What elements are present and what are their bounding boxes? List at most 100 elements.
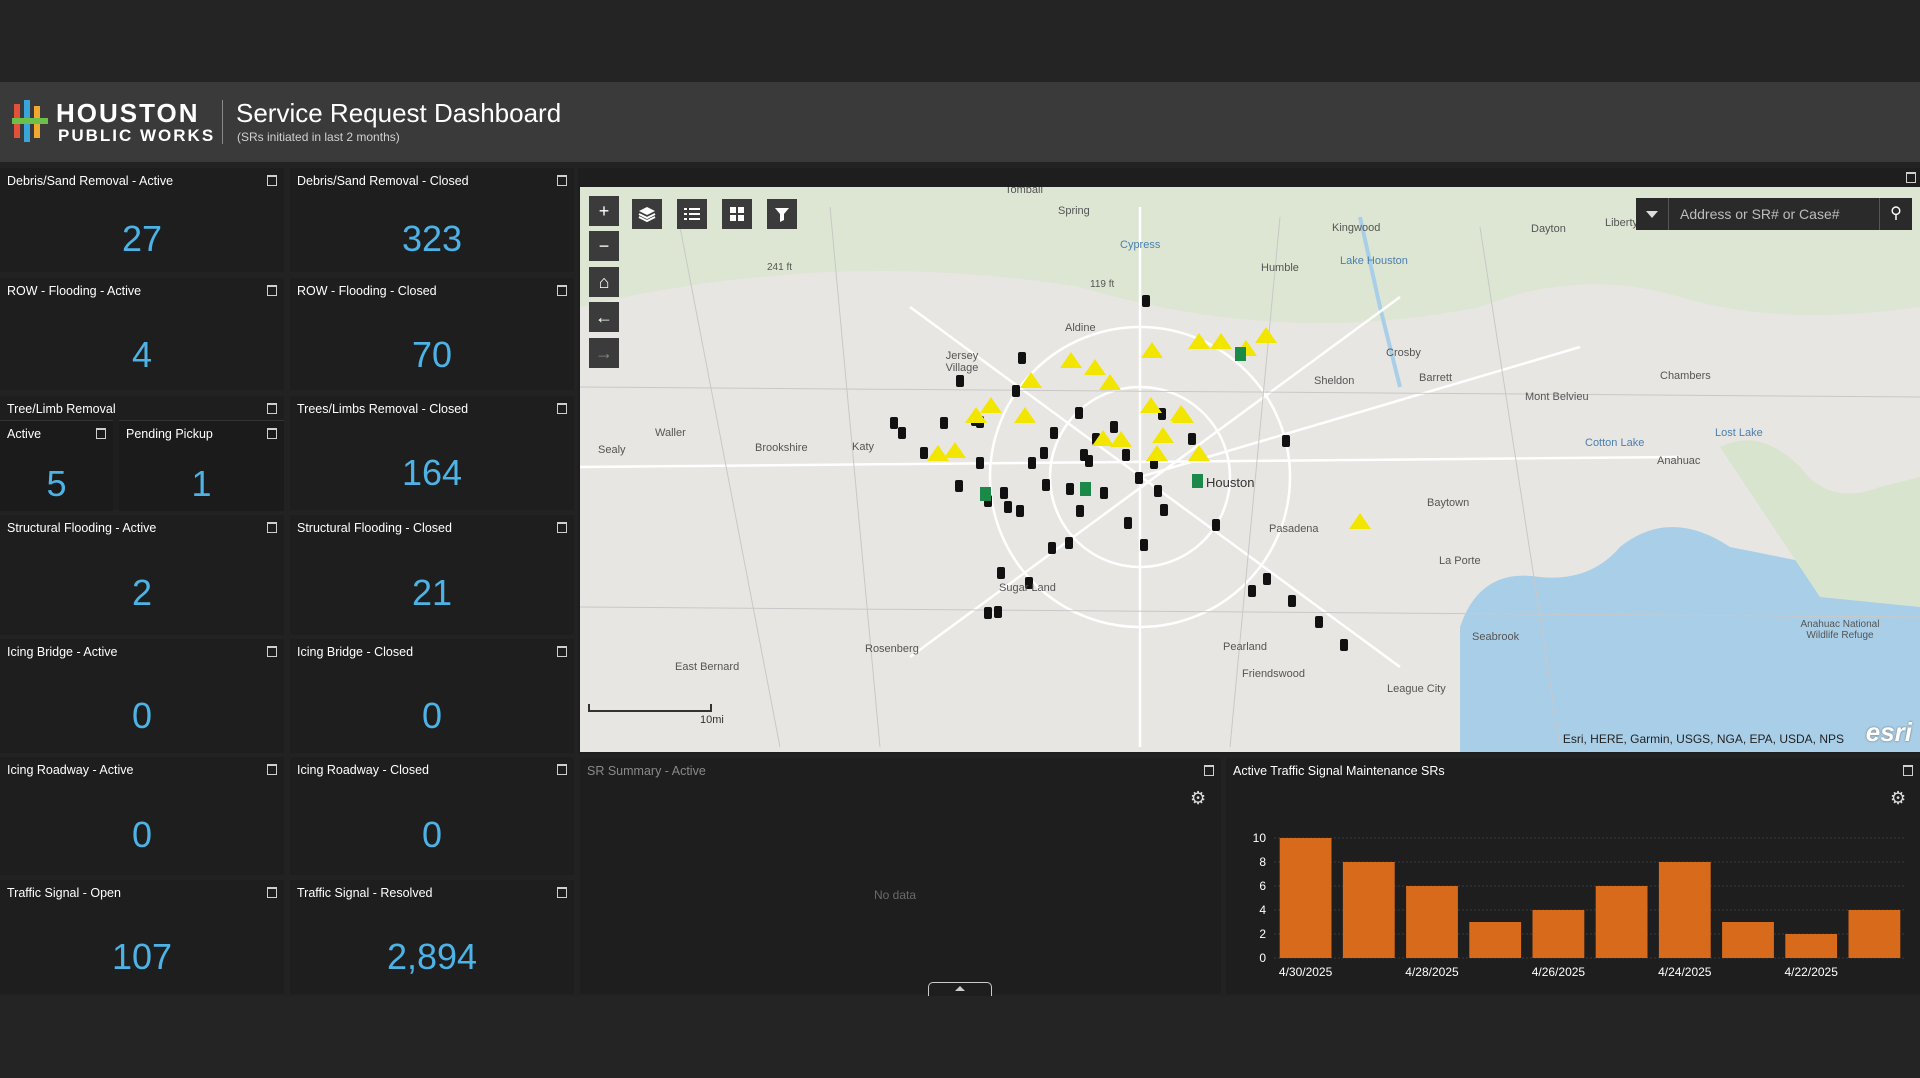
traffic-signal-marker-icon[interactable] [1050,427,1058,439]
warning-marker-icon[interactable] [965,407,987,423]
traffic-signal-marker-icon[interactable] [1040,447,1048,459]
expand-icon[interactable] [267,764,277,775]
warning-marker-icon[interactable] [1255,327,1277,343]
traffic-signal-marker-icon[interactable] [955,480,963,492]
expand-icon[interactable] [267,403,277,414]
warning-marker-icon[interactable] [1020,372,1042,388]
expand-icon[interactable] [267,887,277,898]
expand-icon[interactable] [557,285,567,296]
traffic-signal-marker-icon[interactable] [1012,385,1020,397]
warning-marker-icon[interactable] [1084,359,1106,375]
traffic-signal-marker-icon[interactable] [1160,504,1168,516]
chart-bar[interactable] [1532,910,1585,958]
facility-marker-icon[interactable] [1080,482,1091,496]
home-button[interactable]: ⌂ [589,267,619,297]
traffic-signal-marker-icon[interactable] [1000,487,1008,499]
expand-icon[interactable] [557,764,567,775]
expand-icon[interactable] [557,522,567,533]
warning-marker-icon[interactable] [1146,445,1168,461]
gear-icon[interactable]: ⚙ [1190,788,1206,809]
traffic-signal-marker-icon[interactable] [1140,539,1148,551]
chart-bar[interactable] [1406,886,1458,958]
warning-marker-icon[interactable] [1188,333,1210,349]
expand-icon[interactable] [267,646,277,657]
traffic-signal-marker-icon[interactable] [1212,519,1220,531]
expand-icon[interactable] [557,403,567,414]
search-input[interactable] [1670,198,1874,230]
traffic-signal-marker-icon[interactable] [1042,479,1050,491]
warning-marker-icon[interactable] [1188,445,1210,461]
traffic-signal-marker-icon[interactable] [1142,295,1150,307]
warning-marker-icon[interactable] [1099,374,1121,390]
facility-marker-icon[interactable] [980,487,991,501]
traffic-signal-marker-icon[interactable] [984,607,992,619]
traffic-signal-marker-icon[interactable] [1282,435,1290,447]
warning-marker-icon[interactable] [927,445,949,461]
traffic-signal-marker-icon[interactable] [1085,455,1093,467]
traffic-signal-marker-icon[interactable] [1315,616,1323,628]
traffic-signal-marker-icon[interactable] [1076,505,1084,517]
expand-icon[interactable] [557,887,567,898]
facility-marker-icon[interactable] [1192,474,1203,488]
traffic-signal-marker-icon[interactable] [1028,457,1036,469]
warning-marker-icon[interactable] [1141,342,1163,358]
traffic-signal-marker-icon[interactable] [890,417,898,429]
chart-bar[interactable] [1848,910,1901,958]
traffic-signal-marker-icon[interactable] [1188,433,1196,445]
expand-icon[interactable] [1906,172,1916,183]
expand-icon[interactable] [96,428,106,439]
traffic-signal-marker-icon[interactable] [976,457,984,469]
traffic-signal-marker-icon[interactable] [1066,483,1074,495]
traffic-signal-marker-icon[interactable] [1004,501,1012,513]
expand-icon[interactable] [267,175,277,186]
traffic-signal-marker-icon[interactable] [1122,449,1130,461]
warning-marker-icon[interactable] [1349,513,1371,529]
traffic-signal-marker-icon[interactable] [1340,639,1348,651]
basemap-gallery-button[interactable] [722,199,752,229]
traffic-signal-marker-icon[interactable] [1065,537,1073,549]
traffic-signal-marker-icon[interactable] [997,567,1005,579]
map-view[interactable]: Spring Kingwood Dayton Liberty Humble La… [580,187,1920,752]
traffic-signal-marker-icon[interactable] [898,427,906,439]
expand-icon[interactable] [1204,765,1214,776]
traffic-signal-marker-icon[interactable] [1100,487,1108,499]
traffic-signal-marker-icon[interactable] [1154,485,1162,497]
chart-bar[interactable] [1342,862,1395,958]
chart-bar[interactable] [1595,886,1648,958]
expand-icon[interactable] [267,285,277,296]
traffic-signal-marker-icon[interactable] [1263,573,1271,585]
warning-marker-icon[interactable] [1060,352,1082,368]
back-button[interactable]: ← [589,302,619,332]
expand-icon[interactable] [557,175,567,186]
traffic-signal-marker-icon[interactable] [1135,472,1143,484]
chart-bar[interactable] [1469,922,1522,958]
traffic-signal-marker-icon[interactable] [1075,407,1083,419]
traffic-signal-marker-icon[interactable] [994,606,1002,618]
chart-bar[interactable] [1722,922,1774,958]
warning-marker-icon[interactable] [1092,430,1114,446]
filter-button[interactable] [767,199,797,229]
expand-icon[interactable] [557,646,567,657]
expand-icon[interactable] [267,428,277,439]
traffic-signal-marker-icon[interactable] [1048,542,1056,554]
chart-bar[interactable] [1279,838,1332,958]
warning-marker-icon[interactable] [1014,407,1036,423]
zoom-out-button[interactable]: − [589,231,619,261]
expand-icon[interactable] [267,522,277,533]
forward-button[interactable]: → [589,338,619,368]
collapse-tab[interactable] [928,982,992,997]
zoom-in-button[interactable]: + [589,196,619,226]
warning-marker-icon[interactable] [1152,427,1174,443]
legend-button[interactable] [677,199,707,229]
warning-marker-icon[interactable] [1140,397,1162,413]
facility-marker-icon[interactable] [1235,347,1246,361]
traffic-signal-marker-icon[interactable] [1016,505,1024,517]
search-source-dropdown[interactable] [1636,198,1669,230]
search-icon[interactable]: ⚲ [1879,198,1912,230]
traffic-signal-marker-icon[interactable] [1124,517,1132,529]
traffic-signal-marker-icon[interactable] [956,375,964,387]
traffic-signal-marker-icon[interactable] [1018,352,1026,364]
warning-marker-icon[interactable] [1210,333,1232,349]
traffic-signal-marker-icon[interactable] [1288,595,1296,607]
chart-bar[interactable] [1785,934,1838,958]
